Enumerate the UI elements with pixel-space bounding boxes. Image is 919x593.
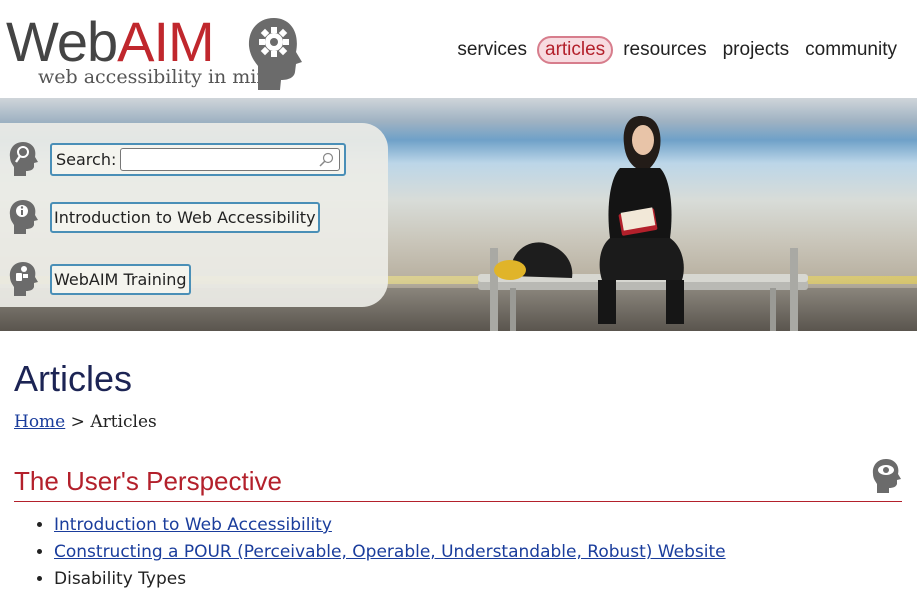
main-nav: services articles resources projects com… (451, 36, 903, 64)
search-field-wrap (120, 147, 341, 171)
search-input[interactable] (120, 147, 341, 171)
article-list: Introduction to Web Accessibility Constr… (14, 512, 726, 593)
intro-web-accessibility-link[interactable]: Introduction to Web Accessibility (50, 201, 320, 233)
eye-head-icon (872, 459, 901, 493)
breadcrumb-home-link[interactable]: Home (14, 412, 65, 432)
list-item: Introduction to Web Accessibility (54, 512, 726, 539)
woman-reading-photo (478, 116, 808, 331)
nav-projects[interactable]: projects (717, 37, 796, 63)
search-glass-icon[interactable] (318, 152, 334, 168)
breadcrumb-current: Articles (90, 412, 157, 432)
search-head-icon (9, 142, 38, 176)
hero-banner: Search: Introduction to Web Accessibilit… (0, 98, 917, 331)
nav-resources[interactable]: resources (617, 37, 712, 63)
intro-row: Introduction to Web Accessibility (8, 199, 320, 235)
section-title: The User's Perspective (14, 466, 902, 502)
logo-wordmark: WebAIM (6, 14, 215, 70)
logo-web-text: Web (6, 10, 118, 73)
nav-community[interactable]: community (799, 37, 903, 63)
search-row: Search: (8, 141, 347, 177)
search-label: Search: (56, 149, 117, 169)
site-header: WebAIM web accessibility in mind service… (0, 0, 919, 98)
article-text-disability-types: Disability Types (54, 569, 187, 589)
training-head-icon (9, 262, 38, 296)
breadcrumb: Home > Articles (14, 412, 157, 432)
list-item: Disability Types (54, 566, 726, 593)
nav-articles[interactable]: articles (537, 36, 614, 64)
search-box: Search: (50, 142, 347, 176)
article-link-intro[interactable]: Introduction to Web Accessibility (54, 515, 332, 535)
quick-links-panel: Search: Introduction to Web Accessibilit… (0, 123, 388, 307)
breadcrumb-separator: > (70, 412, 85, 432)
logo-tagline: web accessibility in mind (38, 66, 281, 88)
article-link-pour[interactable]: Constructing a POUR (Perceivable, Operab… (54, 542, 726, 562)
webaim-training-link[interactable]: WebAIM Training (50, 263, 191, 295)
info-head-icon (9, 200, 38, 234)
training-row: WebAIM Training (8, 261, 191, 297)
page-title: Articles (14, 358, 133, 399)
gear-head-icon (248, 18, 302, 90)
nav-services[interactable]: services (451, 37, 533, 63)
logo-aim-text: AIM (117, 10, 215, 73)
list-item: Constructing a POUR (Perceivable, Operab… (54, 539, 726, 566)
webaim-logo[interactable]: WebAIM web accessibility in mind (4, 8, 304, 92)
